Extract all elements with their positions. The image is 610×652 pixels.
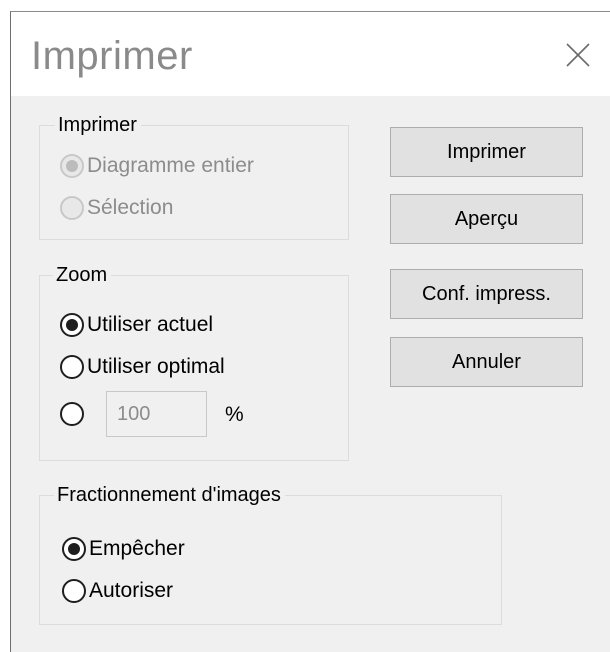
percent-unit: %: [225, 403, 244, 426]
print-button[interactable]: Imprimer: [390, 127, 583, 177]
radio-use-current[interactable]: Utiliser actuel: [60, 313, 213, 337]
radio-indicator: [60, 154, 84, 178]
zoom-percent-input[interactable]: 100: [106, 391, 207, 437]
cancel-button[interactable]: Annuler: [390, 337, 583, 387]
radio-custom-zoom[interactable]: [60, 402, 87, 426]
radio-indicator: [60, 313, 84, 337]
radio-label: Sélection: [87, 196, 174, 219]
dialog-body: Imprimer Diagramme entier Sélection Zoom…: [11, 96, 610, 652]
radio-indicator: [60, 196, 84, 220]
radio-whole-diagram[interactable]: Diagramme entier: [60, 154, 254, 178]
close-icon[interactable]: [565, 42, 591, 68]
print-scope-group: [39, 125, 349, 240]
radio-label: Autoriser: [89, 579, 174, 602]
radio-label: Diagramme entier: [87, 154, 254, 177]
radio-label: Utiliser actuel: [87, 313, 214, 336]
radio-indicator: [60, 355, 84, 379]
window-title: Imprimer: [31, 34, 193, 78]
radio-selection[interactable]: Sélection: [60, 196, 173, 220]
title-bar: Imprimer: [11, 12, 610, 96]
radio-allow[interactable]: Autoriser: [62, 579, 173, 603]
radio-use-optimal[interactable]: Utiliser optimal: [60, 355, 225, 379]
print-scope-legend: Imprimer: [55, 114, 141, 136]
radio-label: Utiliser optimal: [87, 355, 225, 378]
radio-indicator: [62, 537, 86, 561]
radio-label: Empêcher: [89, 537, 185, 560]
radio-prevent[interactable]: Empêcher: [62, 537, 185, 561]
preview-button[interactable]: Aperçu: [390, 194, 583, 244]
radio-indicator: [62, 579, 86, 603]
print-setup-button[interactable]: Conf. impress.: [390, 269, 583, 319]
zoom-legend: Zoom: [53, 264, 112, 286]
radio-indicator: [60, 402, 84, 426]
image-split-legend: Fractionnement d'images: [54, 484, 285, 506]
